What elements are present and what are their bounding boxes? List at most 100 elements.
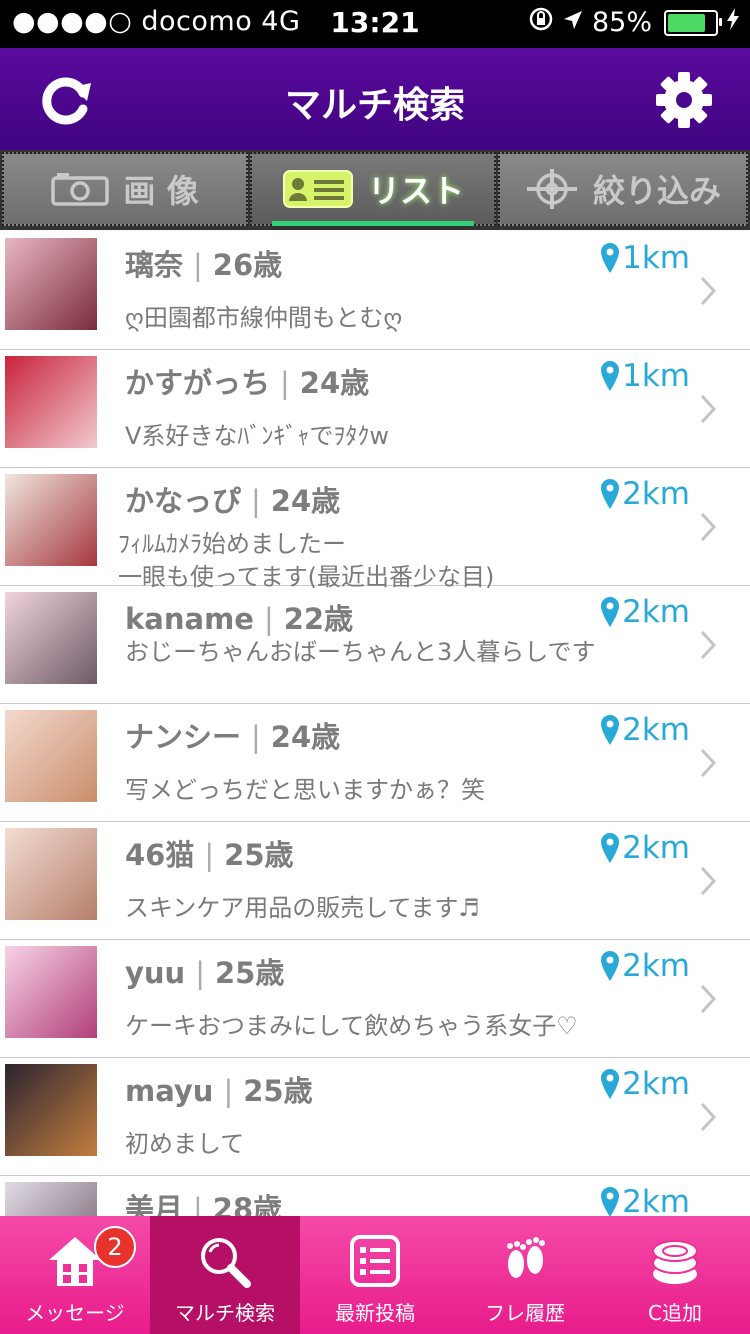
separator: | [223, 1074, 234, 1108]
unread-badge: 2 [94, 1226, 136, 1268]
user-name-age: かなっぴ | 24歳 [125, 478, 340, 520]
distance-badge: 2km [600, 594, 690, 630]
tab-latest-posts-label: 最新投稿 [335, 1301, 415, 1325]
user-message: 初めまして [125, 1130, 245, 1158]
camera-icon [51, 173, 110, 206]
separator: | [251, 484, 261, 518]
tab-multi-search-label: マルチ検索 [175, 1301, 275, 1325]
tab-add-coins[interactable]: C追加 [600, 1216, 750, 1334]
gear-icon [656, 72, 712, 128]
user-avatar [5, 828, 97, 920]
location-pin-icon [601, 833, 620, 863]
tab-list[interactable]: リスト [250, 152, 496, 226]
distance-badge: 2km [600, 1184, 690, 1220]
location-pin-icon [601, 715, 620, 745]
search-icon [201, 1238, 251, 1288]
bottom-tab-bar: 2 メッセージ マルチ検索 最新投稿 フレ履歴 C追加 [0, 1216, 750, 1334]
user-list-row[interactable]: yuu | 25歳 2km ケーキおつまみにして飲めちゃう系女子♡ [0, 940, 750, 1058]
user-name-age: ナンシー | 24歳 [125, 714, 340, 756]
tab-friend-history-label: フレ履歴 [485, 1301, 565, 1325]
user-avatar [5, 946, 97, 1038]
status-bar: ●●●●○ docomo 4G 13:21 85% [0, 0, 750, 48]
location-pin-icon [601, 1187, 620, 1217]
tab-messages[interactable]: 2 メッセージ [0, 1216, 150, 1334]
distance-value: 2km [622, 712, 690, 748]
user-age: 24歳 [299, 366, 370, 400]
user-avatar [5, 592, 97, 684]
user-name: ナンシー [125, 720, 242, 754]
user-list-row[interactable]: ナンシー | 24歳 2km 写メどっちだと思いますかぁ？笑 [0, 704, 750, 822]
chevron-right-icon [700, 1102, 716, 1132]
user-avatar [5, 710, 97, 802]
location-arrow-icon [562, 7, 584, 38]
user-list-row[interactable]: 46猫 | 25歳 2km スキンケア用品の販売してます♬ [0, 822, 750, 940]
crosshair-icon [526, 169, 577, 209]
profile-card-icon [282, 170, 353, 208]
distance-badge: 1km [600, 358, 690, 394]
user-age: 25歳 [243, 1074, 313, 1108]
location-pin-icon [601, 1069, 620, 1099]
distance-value: 2km [622, 1184, 690, 1220]
rotation-lock-icon [528, 6, 554, 39]
distance-badge: 1km [600, 240, 690, 276]
coins-icon [652, 1240, 698, 1284]
location-pin-icon [601, 361, 620, 391]
tab-image[interactable]: 画 像 [2, 152, 248, 226]
battery-icon [664, 9, 722, 36]
user-message: ケーキおつまみにして飲めちゃう系女子♡ [125, 1012, 578, 1040]
location-pin-icon [601, 243, 620, 273]
distance-badge: 2km [600, 476, 690, 512]
user-age: 24歳 [270, 484, 341, 518]
chevron-right-icon [700, 512, 716, 542]
chevron-right-icon [700, 748, 716, 778]
user-name: 璃奈 [125, 248, 184, 282]
user-name-age: 46猫 | 25歳 [125, 832, 294, 874]
separator: | [204, 838, 215, 872]
user-name: mayu [125, 1074, 214, 1108]
distance-value: 2km [622, 476, 690, 512]
page-title: マルチ検索 [284, 85, 465, 126]
footprints-icon [507, 1237, 545, 1278]
tab-add-coins-label: C追加 [648, 1301, 702, 1325]
tab-latest-posts[interactable]: 最新投稿 [300, 1216, 450, 1334]
chevron-right-icon [700, 276, 716, 306]
user-message: スキンケア用品の販売してます♬ [125, 894, 480, 922]
header-bar: マルチ検索 [0, 48, 750, 150]
user-list-row[interactable]: kaname | 22歳 2km おじーちゃんおばーちゃんと3人暮らしです [0, 586, 750, 704]
user-name-age: mayu | 25歳 [125, 1068, 313, 1110]
battery-percent: 85% [591, 7, 652, 38]
distance-value: 2km [622, 594, 690, 630]
separator: | [251, 720, 261, 754]
user-list-row[interactable]: 璃奈 | 26歳 1km ღ田園都市線仲間もとむღ [0, 232, 750, 350]
user-name: kaname [125, 602, 254, 636]
tab-image-label: 画 像 [123, 172, 199, 210]
tab-multi-search[interactable]: マルチ検索 [150, 1216, 300, 1334]
user-message: おじーちゃんおばーちゃんと3人暮らしです [125, 638, 596, 666]
user-name: yuu [125, 956, 186, 990]
distance-badge: 2km [600, 948, 690, 984]
user-avatar [5, 238, 97, 330]
user-avatar [5, 474, 97, 566]
distance-value: 1km [622, 358, 690, 394]
chevron-right-icon [700, 394, 716, 424]
user-list-row[interactable]: かすがっち | 24歳 1km V系好きなﾊﾞﾝｷﾞｬでｦﾀｸw [0, 350, 750, 468]
user-list-row[interactable]: かなっぴ | 24歳 2km ﾌｨﾙﾑｶﾒﾗ始めましたー 一眼も使ってます(最近出番少な… [0, 468, 750, 591]
separator: | [195, 956, 205, 990]
tab-filter[interactable]: 絞り込み [498, 152, 748, 226]
user-name: かすがっち [125, 366, 271, 400]
user-message: 写メどっちだと思いますかぁ？笑 [125, 776, 485, 804]
tab-friend-history[interactable]: フレ履歴 [450, 1216, 600, 1334]
user-list-row[interactable]: mayu | 25歳 2km 初めまして [0, 1058, 750, 1176]
user-age: 25歳 [214, 956, 285, 990]
separator: | [193, 248, 203, 282]
user-age: 26歳 [212, 248, 283, 282]
distance-value: 2km [622, 830, 690, 866]
separator: | [280, 366, 290, 400]
distance-value: 1km [622, 240, 690, 276]
distance-value: 2km [622, 1066, 690, 1102]
distance-badge: 2km [600, 830, 690, 866]
active-tab-indicator [272, 221, 474, 226]
user-name-age: 璃奈 | 26歳 [125, 242, 282, 284]
settings-button[interactable] [654, 70, 714, 130]
distance-badge: 2km [600, 712, 690, 748]
